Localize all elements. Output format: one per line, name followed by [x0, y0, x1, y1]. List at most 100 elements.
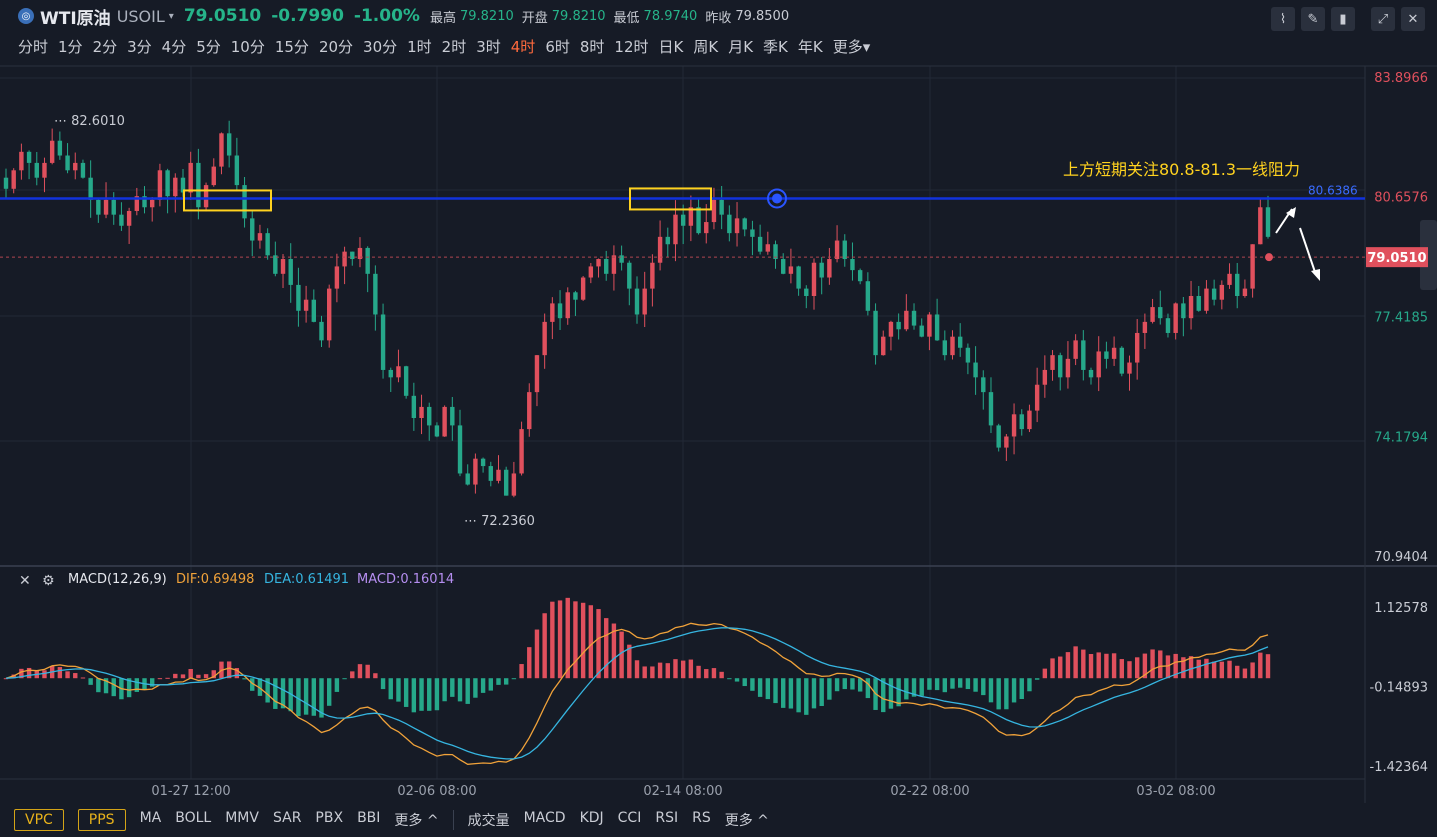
- macd-bar: [704, 669, 709, 679]
- macd-bar: [496, 678, 501, 685]
- time-tick-label: 02-06 08:00: [397, 784, 476, 799]
- timeframe-10[interactable]: 1时: [407, 36, 432, 57]
- macd-bar: [173, 673, 178, 679]
- chart-style-icon[interactable]: ⌇: [1271, 7, 1295, 31]
- timeframe-6[interactable]: 10分: [231, 36, 265, 57]
- macd-bar: [1034, 678, 1040, 680]
- timeframe-22[interactable]: 更多▾: [833, 36, 871, 57]
- macd-bar: [773, 678, 778, 704]
- overlay-5[interactable]: BBI: [357, 810, 380, 830]
- candle-body: [1242, 288, 1248, 297]
- pps-button[interactable]: PPS: [77, 809, 126, 831]
- candle-body: [465, 473, 470, 485]
- candle-body: [534, 355, 540, 393]
- overlay-3[interactable]: SAR: [273, 810, 301, 830]
- timeframe-7[interactable]: 15分: [275, 36, 309, 57]
- candle-body: [580, 277, 586, 300]
- close-icon[interactable]: ✕: [1401, 7, 1425, 31]
- macd-settings-icon[interactable]: ⚙: [42, 573, 55, 589]
- macd-bar: [1004, 678, 1009, 710]
- candle-body: [411, 395, 417, 419]
- macd-bar: [634, 660, 640, 679]
- price-tick-label: 80.6576: [1374, 191, 1428, 206]
- low-marker: ⋯ 72.2360: [464, 514, 535, 529]
- candle-body: [1065, 358, 1071, 378]
- macd-bar: [1211, 661, 1217, 679]
- macd-bar: [850, 678, 855, 690]
- timeframe-20[interactable]: 季K: [763, 36, 788, 57]
- macd-bar: [888, 678, 894, 709]
- symbol-name[interactable]: WTI原油: [40, 4, 111, 29]
- candle-body: [34, 162, 39, 178]
- timeframe-13[interactable]: 4时: [511, 36, 536, 57]
- candle-body: [696, 207, 701, 234]
- symbol-code[interactable]: USOIL: [117, 7, 165, 26]
- fullscreen-icon[interactable]: ⤢: [1371, 7, 1395, 31]
- timeframe-9[interactable]: 30分: [363, 36, 397, 57]
- macd-bar: [465, 678, 470, 704]
- candle-body: [527, 392, 532, 430]
- draw-icon[interactable]: ✎: [1301, 7, 1325, 31]
- candle-body: [434, 425, 440, 437]
- timeframe-21[interactable]: 年K: [798, 36, 823, 57]
- candle-body: [1011, 414, 1017, 437]
- timeframe-8[interactable]: 20分: [319, 36, 353, 57]
- candle-body: [811, 262, 817, 297]
- candle-body: [957, 336, 963, 348]
- timeframe-11[interactable]: 2时: [442, 36, 467, 57]
- timeframe-14[interactable]: 6时: [545, 36, 570, 57]
- indicator-6[interactable]: 更多 ^: [725, 810, 769, 830]
- candle-body: [750, 229, 755, 237]
- macd-bar: [665, 663, 670, 679]
- candle-body: [834, 240, 840, 260]
- indicator-2[interactable]: KDJ: [580, 810, 604, 830]
- timeframe-0[interactable]: 分时: [18, 36, 48, 57]
- timeframe-16[interactable]: 12时: [614, 36, 648, 57]
- indicator-0[interactable]: 成交量: [468, 810, 510, 830]
- macd-bar: [750, 678, 755, 691]
- macd-bar: [180, 674, 186, 679]
- candle-body: [257, 233, 263, 241]
- candle-body: [711, 199, 717, 223]
- timeframe-1[interactable]: 1分: [58, 36, 83, 57]
- timeframe-15[interactable]: 8时: [580, 36, 605, 57]
- macd-close-icon[interactable]: ✕: [19, 573, 31, 589]
- overlay-2[interactable]: MMV: [225, 810, 259, 830]
- timeframe-2[interactable]: 2分: [93, 36, 118, 57]
- candle-body: [827, 259, 832, 278]
- candle-body: [234, 155, 240, 186]
- candle-body: [619, 255, 624, 263]
- chart-canvas[interactable]: 80.6386 ⋯ 82.6010 ⋯ 72.2360 83.8966 80.657…: [0, 0, 1437, 837]
- timeframe-12[interactable]: 3时: [476, 36, 501, 57]
- macd-bar: [842, 678, 847, 690]
- candle-type-icon[interactable]: ▮: [1331, 7, 1355, 31]
- indicator-3[interactable]: CCI: [618, 810, 642, 830]
- indicator-5[interactable]: RS: [692, 810, 711, 830]
- candle-body: [565, 292, 570, 319]
- timeframe-19[interactable]: 月K: [728, 36, 753, 57]
- timeframe-18[interactable]: 周K: [693, 36, 718, 57]
- timeframe-3[interactable]: 3分: [127, 36, 152, 57]
- symbol-dropdown-icon[interactable]: ▾: [169, 11, 174, 22]
- timeframe-5[interactable]: 5分: [196, 36, 221, 57]
- prev-close-value: 79.8500: [735, 8, 790, 24]
- candle-body: [365, 247, 370, 274]
- candle-body: [680, 214, 686, 226]
- timeframe-4[interactable]: 4分: [162, 36, 187, 57]
- overlay-4[interactable]: PBX: [315, 810, 343, 830]
- macd-bar: [804, 678, 809, 715]
- overlay-0[interactable]: MA: [140, 810, 162, 830]
- macd-bar: [919, 678, 924, 696]
- candle-body: [781, 259, 786, 274]
- indicator-4[interactable]: RSI: [655, 810, 678, 830]
- candle-body: [380, 314, 386, 370]
- macd-bar: [742, 678, 747, 687]
- macd-bar: [1111, 653, 1117, 679]
- overlay-1[interactable]: BOLL: [175, 810, 211, 830]
- indicator-1[interactable]: MACD: [524, 810, 566, 830]
- overlay-6[interactable]: 更多 ^: [394, 810, 438, 830]
- candle-body: [119, 214, 124, 226]
- timeframe-17[interactable]: 日K: [659, 36, 684, 57]
- vpc-button[interactable]: VPC: [14, 809, 64, 831]
- candle-body: [450, 406, 455, 426]
